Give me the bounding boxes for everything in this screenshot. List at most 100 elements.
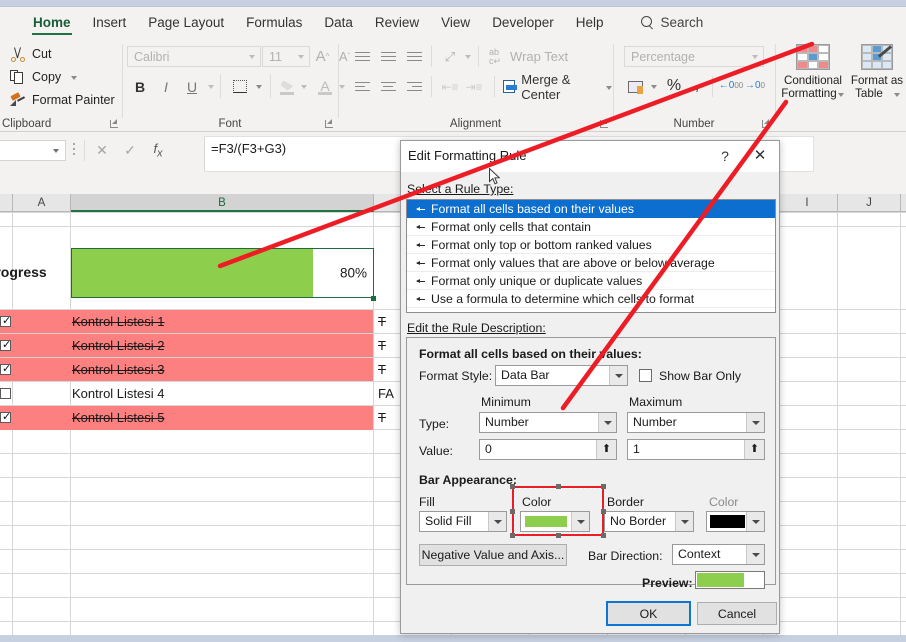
fill-type-select[interactable]: Solid Fill (419, 511, 507, 532)
align-top-button[interactable] (351, 46, 373, 67)
border-color-picker[interactable] (706, 511, 765, 532)
maximum-value-input[interactable]: 1 (627, 439, 765, 460)
merge-center-button[interactable]: Merge & Center (503, 72, 612, 102)
align-middle-button[interactable] (377, 46, 399, 67)
table-row[interactable]: Kontrol Listesi 4 FA (0, 382, 394, 406)
increase-decimal-button[interactable]: ←0 00 (719, 75, 743, 96)
decrease-indent-button[interactable]: ⇤≡ (439, 76, 461, 97)
column-header-a[interactable]: A (13, 194, 71, 212)
row-checkbox[interactable] (0, 388, 11, 399)
dialog-title-bar[interactable]: Edit Formatting Rule ? ✕ (401, 141, 779, 172)
chevron-down-icon[interactable] (609, 366, 627, 385)
wrap-text-button[interactable]: ab c↵ Wrap Text (489, 46, 568, 67)
show-bar-only-checkbox[interactable] (639, 369, 652, 382)
chevron-down-icon[interactable] (894, 93, 900, 97)
table-row[interactable]: Kontrol Listesi 2 T (0, 334, 386, 358)
bar-direction-select[interactable]: Context (672, 544, 765, 565)
chevron-down-icon[interactable] (675, 512, 693, 531)
ok-button[interactable]: OK (606, 601, 691, 626)
minimum-type-select[interactable]: Number (479, 412, 617, 433)
align-right-button[interactable] (403, 76, 425, 97)
row-checkbox[interactable] (0, 314, 11, 327)
table-row[interactable]: Kontrol Listesi 5 T (0, 406, 386, 430)
format-as-table-button[interactable]: Format as Table (849, 44, 905, 106)
row-header-corner[interactable] (0, 194, 13, 212)
increase-indent-button[interactable]: ⇥≡ (463, 76, 485, 97)
font-color-button[interactable]: A (315, 75, 335, 96)
maximum-type-select[interactable]: Number (627, 412, 765, 433)
name-box[interactable] (0, 140, 66, 161)
cancel-formula-button[interactable]: ✕ (90, 141, 114, 160)
tab-data[interactable]: Data (313, 7, 364, 38)
column-header-i[interactable]: I (777, 194, 838, 212)
chevron-down-icon[interactable] (301, 85, 307, 89)
range-selector-icon[interactable] (596, 440, 616, 459)
italic-button[interactable]: I (155, 76, 177, 97)
decrease-decimal-button[interactable]: →0 0 (744, 75, 766, 96)
copy-button[interactable]: Copy (10, 69, 78, 85)
font-size-input[interactable]: 11 (262, 46, 310, 67)
row-checkbox[interactable] (0, 362, 11, 375)
comma-style-button[interactable]: , (688, 75, 706, 96)
help-button[interactable]: ? (715, 146, 735, 166)
ribbon-tab-bar[interactable]: Home Insert Page Layout Formulas Data Re… (0, 7, 906, 38)
chevron-down-icon[interactable] (746, 413, 764, 432)
formula-bar-grip[interactable] (73, 143, 76, 157)
enter-formula-button[interactable]: ✓ (118, 141, 142, 160)
align-center-button[interactable] (377, 76, 399, 97)
chevron-down-icon[interactable] (208, 85, 214, 89)
chevron-down-icon[interactable] (746, 512, 764, 531)
progress-data-bar-cell[interactable]: 80% (71, 248, 374, 298)
chevron-down-icon[interactable] (746, 545, 764, 564)
insert-function-button[interactable]: fx (146, 141, 170, 160)
format-painter-button[interactable]: Format Painter (10, 92, 115, 108)
rule-type-list[interactable]: Format all cells based on their values F… (406, 199, 776, 313)
fill-color-button[interactable] (277, 75, 297, 96)
border-type-select[interactable]: No Border (604, 511, 694, 532)
chevron-down-icon[interactable] (606, 85, 612, 90)
chevron-down-icon[interactable] (488, 512, 506, 531)
close-icon[interactable]: ✕ (749, 146, 771, 166)
cut-button[interactable]: Cut (10, 46, 51, 62)
tab-help[interactable]: Help (565, 7, 615, 38)
table-row[interactable]: Kontrol Listesi 1 T (0, 310, 386, 334)
table-row[interactable]: Kontrol Listesi 3 T (0, 358, 386, 382)
font-dialog-launcher[interactable] (325, 119, 334, 128)
orientation-button[interactable]: ⤢ (439, 46, 461, 67)
number-dialog-launcher[interactable] (762, 119, 771, 128)
search-box[interactable]: Search (640, 15, 703, 30)
rule-type-item-5[interactable]: Use a formula to determine which cells t… (407, 290, 775, 308)
chevron-down-icon[interactable] (256, 85, 262, 89)
align-left-button[interactable] (351, 76, 373, 97)
rule-type-item-3[interactable]: Format only values that are above or bel… (407, 254, 775, 272)
fill-handle[interactable] (371, 296, 376, 301)
rule-type-item-2[interactable]: Format only top or bottom ranked values (407, 236, 775, 254)
rule-type-item-4[interactable]: Format only unique or duplicate values (407, 272, 775, 290)
cancel-button[interactable]: Cancel (697, 602, 777, 625)
tab-insert[interactable]: Insert (82, 7, 138, 38)
tab-review[interactable]: Review (364, 7, 430, 38)
row-checkbox[interactable] (0, 338, 11, 351)
negative-value-and-axis-button[interactable]: Negative Value and Axis... (419, 544, 567, 566)
chevron-down-icon[interactable] (651, 85, 657, 89)
range-selector-icon[interactable] (744, 440, 764, 459)
chevron-down-icon[interactable] (465, 55, 471, 59)
rule-type-item-1[interactable]: Format only cells that contain (407, 218, 775, 236)
minimum-value-input[interactable]: 0 (479, 439, 617, 460)
tab-home[interactable]: Home (22, 7, 82, 38)
bold-button[interactable]: B (129, 76, 151, 97)
column-header-k[interactable] (901, 194, 906, 212)
tab-formulas[interactable]: Formulas (235, 7, 313, 38)
chevron-down-icon[interactable] (53, 149, 59, 153)
borders-button[interactable] (229, 76, 251, 97)
tab-developer[interactable]: Developer (481, 7, 565, 38)
rule-type-item-0[interactable]: Format all cells based on their values (407, 200, 775, 218)
column-header-j[interactable]: J (838, 194, 901, 212)
clipboard-dialog-launcher[interactable] (110, 119, 119, 128)
chevron-down-icon[interactable] (71, 76, 78, 80)
format-style-select[interactable]: Data Bar (495, 365, 628, 386)
chevron-down-icon[interactable] (598, 413, 616, 432)
number-format-select[interactable]: Percentage (624, 46, 764, 67)
column-header-b[interactable]: B (71, 194, 374, 212)
alignment-dialog-launcher[interactable] (600, 119, 609, 128)
